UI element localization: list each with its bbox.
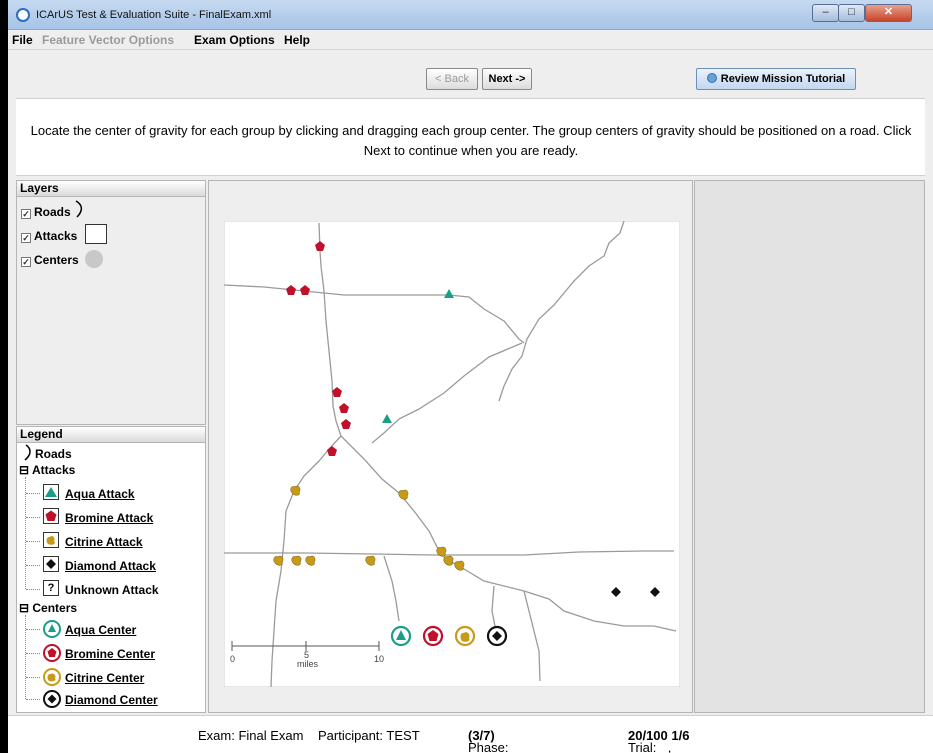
- maximize-button[interactable]: □: [838, 4, 865, 22]
- close-button[interactable]: ✕: [865, 4, 912, 22]
- menu-file[interactable]: File: [12, 33, 33, 47]
- bromine-center-label: Bromine Center: [65, 647, 156, 661]
- aqua-attack-label: Aqua Attack: [65, 487, 135, 501]
- menu-help[interactable]: Help: [284, 33, 310, 47]
- diamond-center-label: Diamond Center: [65, 693, 158, 707]
- legend-attacks-label: Attacks: [31, 463, 76, 477]
- legend-roads-label: Roads: [35, 447, 72, 461]
- status-exam: Exam: Final Exam: [198, 728, 304, 743]
- centers-checkbox[interactable]: ✓: [21, 257, 31, 267]
- review-tutorial-button[interactable]: Review Mission Tutorial: [696, 68, 856, 90]
- unknown-attack-label: Unknown Attack: [65, 583, 159, 597]
- aqua-attack-icon: [43, 484, 59, 500]
- map-canvas[interactable]: 0 5 10 miles: [224, 221, 680, 687]
- diamond-attack-icon: [43, 556, 59, 572]
- map-panel: 0 5 10 miles: [208, 180, 693, 713]
- next-button[interactable]: Next ->: [482, 68, 532, 90]
- app-window: ICArUS Test & Evaluation Suite - FinalEx…: [8, 0, 933, 753]
- diamond-center-marker[interactable]: [486, 625, 508, 647]
- instructions-text: Locate the center of gravity for each gr…: [30, 123, 912, 158]
- layer-roads-row[interactable]: ✓ Roads: [21, 200, 83, 219]
- legend-centers-heading[interactable]: ⊟ Centers: [19, 601, 77, 615]
- layer-centers-label: Centers: [34, 253, 79, 267]
- menu-exam-options[interactable]: Exam Options: [194, 33, 275, 47]
- aqua-center-label: Aqua Center: [65, 623, 137, 637]
- citrine-center-label: Citrine Center: [65, 671, 145, 685]
- tree-connector: [26, 565, 40, 566]
- side-panel: [694, 180, 925, 713]
- center-symbol-icon: [85, 250, 103, 268]
- back-button[interactable]: < Back: [426, 68, 478, 90]
- title-bar: ICArUS Test & Evaluation Suite - FinalEx…: [8, 0, 933, 30]
- legend-panel: Legend Roads ⊟ Attacks Aqua Attack Bromi…: [16, 426, 206, 713]
- attacks-checkbox[interactable]: ✓: [21, 233, 31, 243]
- app-logo-icon: [16, 8, 30, 22]
- aqua-center-marker[interactable]: [390, 625, 412, 647]
- scale-tick-10: 10: [374, 654, 384, 664]
- tree-connector: [26, 589, 40, 590]
- menu-bar: File Feature Vector Options Exam Options…: [8, 30, 933, 50]
- tree-connector: [26, 653, 40, 654]
- status-bar: Exam: Final Exam Participant: TEST Phase…: [8, 715, 933, 753]
- tree-connector: [26, 541, 40, 542]
- layers-panel: Layers ✓ Roads ✓ Attacks ✓ Centers: [16, 180, 206, 425]
- window-title: ICArUS Test & Evaluation Suite - FinalEx…: [36, 9, 272, 21]
- layer-attacks-label: Attacks: [34, 229, 78, 243]
- citrine-center-icon: [43, 668, 61, 686]
- review-tutorial-label: Review Mission Tutorial: [720, 73, 846, 85]
- navigation-bar: < Back Next -> Review Mission Tutorial: [8, 50, 933, 98]
- bromine-attack-icon: [43, 508, 59, 524]
- instructions-panel: Locate the center of gravity for each gr…: [16, 98, 925, 176]
- status-trial: Trial: 20/100, Part: 1/6: [628, 728, 690, 753]
- scale-tick-0: 0: [230, 654, 235, 664]
- citrine-attack-icon: [43, 532, 59, 548]
- road-symbol-icon: [75, 200, 83, 218]
- scale-unit: miles: [297, 659, 319, 669]
- aqua-center-icon: [43, 620, 61, 638]
- legend-road-icon: [24, 444, 31, 461]
- tree-connector: [26, 629, 40, 630]
- legend-title: Legend: [17, 427, 205, 443]
- tree-connector: [26, 493, 40, 494]
- layer-roads-label: Roads: [34, 205, 71, 219]
- bromine-center-icon: [43, 644, 61, 662]
- diamond-attack-label: Diamond Attack: [65, 559, 156, 573]
- legend-centers-label: Centers: [32, 601, 78, 615]
- tree-connector: [26, 517, 40, 518]
- status-phase: Phase: Mission 3 (3/7): [468, 728, 509, 753]
- layer-attacks-row[interactable]: ✓ Attacks: [21, 224, 107, 244]
- minimize-button[interactable]: –: [812, 4, 839, 22]
- status-participant: Participant: TEST: [318, 728, 420, 743]
- bromine-attack-label: Bromine Attack: [65, 511, 154, 525]
- question-icon: ?: [43, 580, 59, 596]
- diamond-center-icon: [43, 690, 61, 708]
- menu-feature-vector-options[interactable]: Feature Vector Options: [42, 33, 174, 47]
- citrine-attack-label: Citrine Attack: [65, 535, 143, 549]
- tree-connector: [26, 699, 40, 700]
- roads-checkbox[interactable]: ✓: [21, 209, 31, 219]
- globe-icon: [706, 73, 717, 83]
- layer-centers-row[interactable]: ✓ Centers: [21, 250, 103, 268]
- centers-tree-line: [25, 615, 26, 699]
- bromine-center-marker[interactable]: [422, 625, 444, 647]
- legend-attacks-heading[interactable]: ⊟ Attacks: [19, 463, 75, 477]
- citrine-center-marker[interactable]: [454, 625, 476, 647]
- tree-connector: [26, 677, 40, 678]
- layers-title: Layers: [17, 181, 205, 197]
- attack-symbol-icon: [85, 224, 107, 244]
